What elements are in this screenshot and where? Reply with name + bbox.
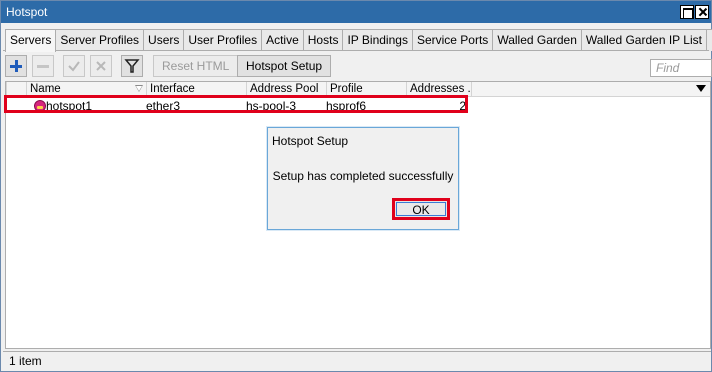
cross-icon xyxy=(96,61,106,71)
toolbar: Reset HTML Hotspot Setup Find xyxy=(5,55,712,78)
tab-ip-bindings[interactable]: IP Bindings xyxy=(342,29,413,51)
tab-active[interactable]: Active xyxy=(261,29,304,51)
filter-button[interactable] xyxy=(121,55,143,77)
dialog-message: Setup has completed successfully xyxy=(272,169,454,183)
ok-button-label: OK xyxy=(396,202,446,217)
tab-more[interactable]: ... xyxy=(705,29,712,51)
find-input[interactable]: Find xyxy=(650,59,712,77)
close-icon[interactable] xyxy=(695,5,709,19)
tab-bar: Servers Server Profiles Users User Profi… xyxy=(5,29,712,52)
ok-button[interactable]: OK xyxy=(392,198,450,220)
column-menu-icon[interactable] xyxy=(696,85,706,92)
remove-button[interactable] xyxy=(32,55,54,77)
tab-servers[interactable]: Servers xyxy=(5,29,57,52)
tab-walled-garden-ip-list[interactable]: Walled Garden IP List xyxy=(580,29,707,51)
enable-button[interactable] xyxy=(63,55,85,77)
status-bar: 1 item xyxy=(3,351,711,371)
tab-server-profiles[interactable]: Server Profiles xyxy=(55,29,145,51)
tab-users[interactable]: Users xyxy=(143,29,185,51)
title-bar[interactable]: Hotspot xyxy=(1,1,711,23)
status-text: 1 item xyxy=(9,354,42,368)
maximize-icon[interactable] xyxy=(680,5,694,19)
tab-divider xyxy=(3,50,709,51)
reset-html-button[interactable]: Reset HTML xyxy=(153,55,239,77)
dialog-title: Hotspot Setup xyxy=(272,134,349,148)
hotspot-setup-button[interactable]: Hotspot Setup xyxy=(237,55,332,77)
check-icon xyxy=(68,61,80,72)
tab-service-ports[interactable]: Service Ports xyxy=(411,29,494,51)
column-header-filler xyxy=(471,82,710,97)
disable-button[interactable] xyxy=(90,55,112,77)
hotspot-setup-dialog: Hotspot Setup Setup has completed succes… xyxy=(267,127,459,230)
tab-hosts[interactable]: Hosts xyxy=(302,29,344,51)
row-highlight xyxy=(4,95,468,113)
add-button[interactable] xyxy=(5,55,27,77)
filter-icon xyxy=(124,59,140,73)
tab-walled-garden[interactable]: Walled Garden xyxy=(492,29,582,51)
window-title: Hotspot xyxy=(6,5,48,19)
sort-icon xyxy=(135,85,143,92)
tab-user-profiles[interactable]: User Profiles xyxy=(183,29,263,51)
